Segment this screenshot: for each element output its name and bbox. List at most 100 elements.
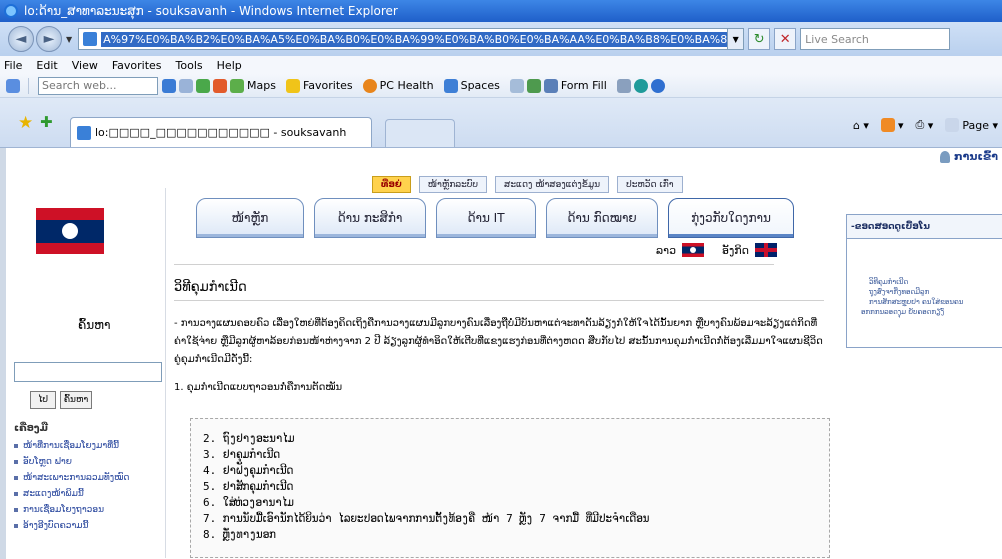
page-menu-label: Page bbox=[962, 118, 989, 132]
form-fill-icon bbox=[543, 78, 558, 93]
menu-favorites[interactable]: Favorites bbox=[112, 59, 162, 72]
ie-logo-icon bbox=[4, 4, 18, 18]
go-button[interactable]: ໄປ bbox=[30, 391, 56, 409]
tab-law[interactable]: ດ້ານ ກົດໝາຍ bbox=[546, 198, 658, 238]
toolbox-link[interactable]: ການເຊື່ອມໂຍງຖາວອນ bbox=[14, 502, 164, 518]
mail-icon[interactable] bbox=[509, 78, 524, 93]
user-login-link[interactable]: ການເຂົ້າ bbox=[939, 150, 998, 163]
help-icon[interactable] bbox=[650, 78, 665, 93]
tab-it[interactable]: ດ້ານ IT bbox=[436, 198, 536, 238]
lang-english-link[interactable]: ອັງກິດ bbox=[722, 244, 749, 257]
pc-health-button[interactable]: PC Health bbox=[362, 78, 434, 93]
stop-icon: ✕ bbox=[779, 31, 791, 47]
form-fill-label: Form Fill bbox=[560, 79, 607, 92]
stop-button[interactable]: ✕ bbox=[774, 28, 797, 50]
lao-flag-icon[interactable] bbox=[682, 243, 705, 257]
menu-tools[interactable]: Tools bbox=[176, 59, 203, 72]
refresh-button[interactable]: ↻ bbox=[748, 28, 771, 50]
feeds-button[interactable]: ▾ bbox=[880, 118, 903, 132]
menu-bar: File Edit View Favorites Tools Help bbox=[0, 56, 1002, 74]
new-tab-button[interactable] bbox=[385, 119, 455, 147]
divider bbox=[174, 300, 824, 301]
live-search-input[interactable]: Live Search bbox=[800, 28, 951, 50]
spaces-label: Spaces bbox=[460, 79, 500, 92]
favorites-button[interactable]: Favorites bbox=[285, 78, 353, 93]
tab-about[interactable]: ກຸ່ງວກັບໃດງການ bbox=[668, 198, 794, 238]
page-menu-icon bbox=[945, 118, 960, 132]
home-button[interactable]: ⌂ ▾ bbox=[853, 119, 869, 132]
form-fill-button[interactable]: Form Fill bbox=[543, 78, 607, 93]
maps-button[interactable]: Maps bbox=[230, 78, 276, 93]
add-icon[interactable] bbox=[196, 78, 210, 93]
page-viewport: ການເຂົ້າ ທີ່ອຍ່ ໜ້າຫຼັກລະບົບ ສະແດງ ໜ້າສອ… bbox=[0, 148, 1002, 559]
page-menu[interactable]: Page ▾ bbox=[945, 118, 998, 132]
tab-favicon-icon bbox=[77, 125, 91, 140]
toc-link[interactable]: ຖຸງສົ່ງຈາກີ່ງທອດມີລູກ bbox=[861, 287, 1002, 297]
divider bbox=[174, 264, 774, 265]
forward-button[interactable]: ► bbox=[36, 26, 62, 52]
print-button[interactable]: ⎙ ▾ bbox=[915, 118, 933, 132]
spaces-icon bbox=[443, 78, 458, 93]
msn-icon[interactable] bbox=[6, 78, 20, 93]
page-title: ວິທີຄຸມກຳເນີດ bbox=[174, 280, 247, 295]
printer-icon: ⎙ bbox=[915, 118, 925, 131]
methods-list: 2. ຖົງຢາງອະນາໄມ 3. ຢາຄຸມກຳເນີດ 4. ຢາຝັງຄ… bbox=[190, 418, 830, 558]
lang-lao-link[interactable]: ລາວ bbox=[656, 244, 676, 257]
list-item: 2. ຖົງຢາງອະນາໄມ bbox=[203, 432, 295, 445]
toolbox-link[interactable]: ອັບໂຫຼດ ຟາຍ bbox=[14, 454, 164, 470]
browser-tab-active[interactable]: lo:□□□□_□□□□□□□□□□□ - souksavanh bbox=[70, 117, 372, 147]
toolbox-link[interactable]: ໜ້າສະເພາະການລວມທັງໝົດ bbox=[14, 470, 164, 486]
highlight-icon[interactable] bbox=[179, 78, 193, 93]
left-sidebar: ຄົ້ນຫາ ໄປ ຄົ້ນຫາ ເຄື່ອງມື ໜ້າທີ່ການເຊື່ອ… bbox=[6, 188, 166, 558]
method-item-1: 1. ຄຸມກຳເນີດແບບຖາວອນກໍ່ຄືການຕັດໝັນ bbox=[174, 382, 343, 393]
pc-health-icon bbox=[362, 78, 377, 93]
lao-flag-logo[interactable] bbox=[36, 208, 104, 254]
menu-file[interactable]: File bbox=[4, 59, 22, 72]
menu-view[interactable]: View bbox=[72, 59, 98, 72]
toc-link[interactable]: ອກກກນລອດງຸມ ຍັບຄອດກຽງົ່ bbox=[861, 307, 1002, 317]
pin-icon[interactable] bbox=[616, 78, 631, 93]
toc-link[interactable]: ວິທີຄຸມກຳເນີດ bbox=[861, 277, 1002, 287]
toolbox-link[interactable]: ອ້າງອີງບົດຄວາມນີ້ bbox=[14, 518, 164, 534]
toc-link[interactable]: ການສັກສະຫຼຸບຢາ ຄນໃສ່ຂອນຄນ bbox=[861, 297, 1002, 307]
back-button[interactable]: ◄ bbox=[8, 26, 34, 52]
toolbox-link[interactable]: ໜ້າທີ່ການເຊື່ອມໂຍງມາທີ່ນີ້ bbox=[14, 438, 164, 454]
user-login-label: ການເຂົ້າ bbox=[953, 150, 998, 163]
toolbar-divider bbox=[28, 77, 29, 94]
toolbox-list: ໜ້າທີ່ການເຊື່ອມໂຍງມາທີ່ນີ້ ອັບໂຫຼດ ຟາຍ ໜ… bbox=[14, 438, 164, 534]
menu-edit[interactable]: Edit bbox=[36, 59, 57, 72]
address-bar[interactable]: A%97%E0%BA%B2%E0%BA%A5%E0%BA%B0%E0%BA%99… bbox=[78, 28, 729, 50]
sidebar-search-input[interactable] bbox=[14, 362, 162, 382]
tab-title: lo:□□□□_□□□□□□□□□□□ - souksavanh bbox=[95, 126, 347, 139]
section-tabs: ໜ້າຫຼັກ ດ້ານ ກະສິກຳ ດ້ານ IT ດ້ານ ກົດໝາຍ … bbox=[196, 198, 794, 238]
butterfly-icon[interactable] bbox=[213, 78, 227, 93]
history-dropdown[interactable]: ▼ bbox=[66, 35, 72, 44]
add-favorite-icon[interactable]: ✚ bbox=[40, 113, 53, 131]
favorites-star-icon bbox=[285, 78, 300, 93]
list-item: 6. ໃສ່ຫ່ວງອານາໄມ bbox=[203, 496, 294, 509]
search-web-input[interactable]: Search web... bbox=[38, 76, 158, 95]
address-toolbar: ◄ ► ▼ A%97%E0%BA%B2%E0%BA%A5%E0%BA%B0%E0… bbox=[0, 22, 1002, 56]
toolbox-link-label: ໜ້າສະເພາະການລວມທັງໝົດ bbox=[23, 473, 130, 483]
search-label: ຄົ້ນຫາ bbox=[78, 318, 111, 332]
options-icon[interactable] bbox=[633, 78, 648, 93]
toolbox-link-label: ການເຊື່ອມໂຍງຖາວອນ bbox=[23, 505, 104, 515]
tab-home[interactable]: ໜ້າຫຼັກ bbox=[196, 198, 304, 238]
toolbox-link-label: ສະແດງໜ້າພິມນີ້ bbox=[23, 489, 84, 499]
toc-box: -ຂອດສອດດູເບື້ອໂນ ວິທີຄຸມກຳເນີດ ຖຸງສົ່ງຈາ… bbox=[846, 214, 1002, 348]
list-item: 8. ຫຼັ່ງທາງນອກ bbox=[203, 528, 276, 541]
list-item: 4. ຢາຝັງຄຸມກຳເນີດ bbox=[203, 464, 294, 477]
messenger-icon[interactable] bbox=[526, 78, 541, 93]
spaces-button[interactable]: Spaces bbox=[443, 78, 500, 93]
address-dropdown[interactable]: ▼ bbox=[728, 28, 745, 50]
favorites-center-icon[interactable]: ★ bbox=[18, 113, 33, 133]
address-url[interactable]: A%97%E0%BA%B2%E0%BA%A5%E0%BA%B0%E0%BA%99… bbox=[101, 31, 728, 47]
maps-icon bbox=[230, 78, 244, 93]
search-button[interactable]: ຄົ້ນຫາ bbox=[60, 391, 92, 409]
search-icon[interactable] bbox=[162, 78, 176, 93]
uk-flag-icon[interactable] bbox=[755, 243, 778, 257]
toolbox-title: ເຄື່ອງມື bbox=[14, 423, 48, 434]
toolbox-link[interactable]: ສະແດງໜ້າພິມນີ້ bbox=[14, 486, 164, 502]
tab-agriculture[interactable]: ດ້ານ ກະສິກຳ bbox=[314, 198, 426, 238]
menu-help[interactable]: Help bbox=[217, 59, 242, 72]
